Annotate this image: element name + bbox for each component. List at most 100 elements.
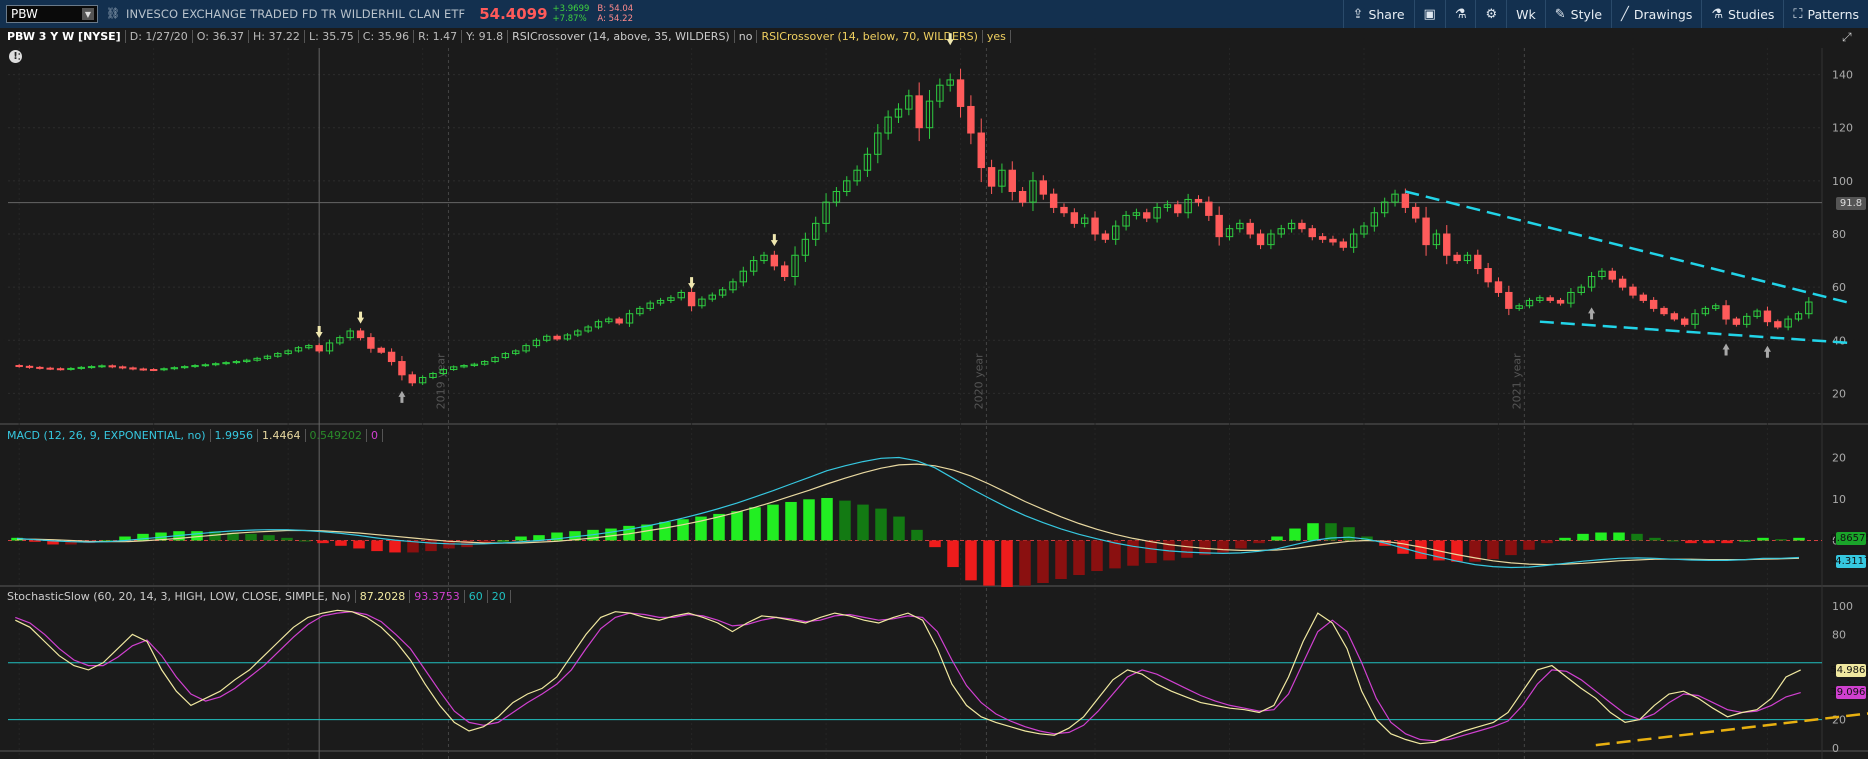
sell-arrow-icon [315, 325, 323, 338]
style-icon: ✎ [1554, 6, 1566, 22]
macd-histogram-bar [1217, 540, 1229, 553]
macd-diff-tag: 0.86575 [1830, 532, 1868, 545]
flask-study-icon: ⚗ [1711, 6, 1724, 22]
candle-body [56, 368, 65, 371]
snapshot-button[interactable]: ▣ [1413, 0, 1445, 28]
macd-histogram-bar [263, 535, 275, 541]
macd-histogram-bar [875, 508, 887, 541]
candle-body [780, 265, 789, 278]
stoch-trendline [1595, 712, 1868, 747]
candle-body [15, 365, 23, 368]
share-icon: ⇪ [1352, 6, 1364, 22]
macd-histogram-bar [1631, 533, 1643, 541]
macd-histogram-bar [353, 540, 365, 549]
candle-body [1318, 236, 1327, 240]
candle-body [1484, 268, 1492, 283]
stoch-k-line [15, 609, 1801, 745]
macd-histogram-bar [1127, 540, 1139, 566]
macd-histogram-bar [1271, 536, 1283, 541]
macd-histogram-bar [1073, 540, 1085, 576]
candle-body [1474, 254, 1482, 270]
macd-histogram-bar [1739, 540, 1751, 542]
share-button[interactable]: ⇪ Share [1342, 0, 1414, 28]
candle-body [1649, 299, 1658, 309]
macd-histogram-bar [497, 540, 509, 542]
macd-histogram-bar [911, 529, 923, 541]
stoch-k-value: 87.2028 [356, 590, 411, 603]
macd-histogram-bar [1145, 540, 1157, 564]
candle-body [956, 79, 965, 107]
macd-histogram-bar [1721, 540, 1733, 544]
stoch-tick-label: 0 [1832, 742, 1839, 755]
camera-icon: ▣ [1423, 6, 1436, 22]
link-icon[interactable]: ⛓ [106, 7, 120, 21]
candle-body [1732, 318, 1741, 325]
style-button[interactable]: ✎ Style [1544, 0, 1611, 28]
macd-label[interactable]: MACD (12, 26, 9, EXPONENTIAL, no) [0, 429, 211, 442]
candle-body [615, 318, 623, 324]
macd-avg-value: 1.4464 [258, 429, 306, 442]
candle-body [553, 335, 561, 340]
candle-body [139, 368, 148, 371]
candle-body [1049, 193, 1058, 208]
flask-button[interactable]: ⚗ [1444, 0, 1476, 28]
macd-line [16, 456, 1800, 569]
stoch-label[interactable]: StochasticSlow (60, 20, 14, 3, HIGH, LOW… [0, 590, 356, 603]
price-tick-label: 100 [1832, 175, 1853, 188]
candle-body [1174, 204, 1182, 214]
change-absolute: +3.9699 [552, 4, 590, 14]
macd-histogram-bar [1577, 533, 1589, 541]
price-tick-label: 120 [1832, 122, 1853, 135]
drawings-button[interactable]: ╱ Drawings [1611, 0, 1701, 28]
macd-histogram-bar [1775, 539, 1787, 541]
macd-histogram-bar [839, 500, 851, 541]
candle-body [1422, 217, 1430, 246]
candle-body [1018, 190, 1027, 203]
macd-histogram-bar [857, 504, 869, 541]
stoch-tick-label: 80 [1832, 628, 1846, 641]
studies-button[interactable]: ⚗ Studies [1701, 0, 1783, 28]
candle-body [408, 374, 416, 384]
macd-histogram-bar [29, 540, 41, 542]
candle-body [1039, 180, 1048, 195]
macd-histogram-bar [1451, 540, 1463, 562]
candle-body [1618, 278, 1627, 288]
candle-body [1339, 241, 1348, 248]
macd-histogram-bar [1289, 528, 1301, 541]
macd-zero-value: 0 [367, 429, 384, 442]
macd-histogram-bar [767, 504, 779, 541]
macd-histogram-bar [1595, 532, 1607, 541]
macd-histogram-bar [335, 540, 347, 546]
macd-histogram-bar [1253, 540, 1265, 544]
sell-arrow-icon [770, 234, 778, 247]
candle-body [1680, 318, 1689, 325]
candle-body [1205, 201, 1213, 216]
price-tick-label: 80 [1832, 228, 1846, 241]
settings-button[interactable]: ⚙ [1475, 0, 1506, 28]
stoch-d-tag: 39.0969 [1830, 686, 1868, 699]
macd-histogram-bar [1523, 540, 1535, 550]
symbol-text: PBW [11, 7, 38, 21]
patterns-button[interactable]: ⛶ Patterns [1783, 0, 1868, 28]
macd-histogram-bar [1757, 537, 1769, 541]
candle-body [967, 105, 975, 134]
candle-body [1660, 307, 1668, 315]
sell-arrow-icon [946, 33, 954, 46]
candle-body [1608, 270, 1616, 280]
chevron-down-icon[interactable]: ▼ [82, 8, 94, 20]
stoch-tick-label: 20 [1832, 714, 1846, 727]
period-button[interactable]: Wk [1506, 0, 1545, 28]
macd-histogram-bar [659, 521, 671, 541]
bid-ask: B: 54.04 A: 54.22 [597, 4, 633, 24]
macd-histogram-bar [749, 507, 761, 541]
symbol-selector[interactable]: PBW ▼ [6, 5, 98, 23]
chart-canvas[interactable]: 204060801001201402019 year 2020 year 2021 … [0, 28, 1868, 759]
candle-body [387, 351, 396, 363]
upper-trendline [1405, 190, 1851, 305]
macd-header: MACD (12, 26, 9, EXPONENTIAL, no) 1.9956… [0, 427, 384, 444]
macd-histogram-bar [1613, 532, 1625, 541]
candle-body [977, 132, 985, 169]
stoch-k-tag: 54.9865 [1830, 664, 1868, 677]
macd-histogram-bar [1793, 537, 1805, 541]
candle-body [356, 330, 365, 339]
